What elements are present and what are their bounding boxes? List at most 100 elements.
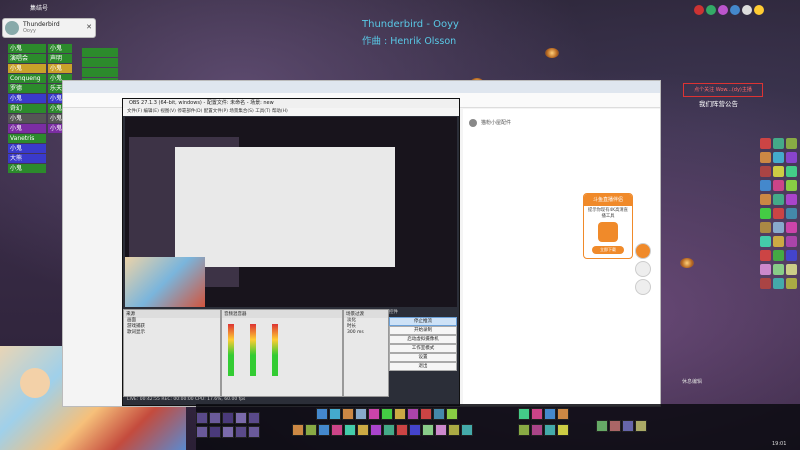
buff-icon[interactable]: [760, 152, 771, 163]
raid-frame[interactable]: 罗德: [8, 84, 46, 93]
action-slot[interactable]: [396, 424, 408, 436]
action-slot[interactable]: [235, 412, 247, 424]
raid-frame[interactable]: [82, 68, 118, 77]
start-record-button[interactable]: 开始录制: [389, 326, 457, 335]
action-slot[interactable]: [420, 408, 432, 420]
buff-icon[interactable]: [773, 236, 784, 247]
app-widget[interactable]: 斗鱼直播伴侣 提示你现有4K高清直播工具 立即下载: [583, 193, 633, 259]
action-slot[interactable]: [609, 420, 621, 432]
action-slot[interactable]: [446, 408, 458, 420]
action-slot[interactable]: [292, 424, 304, 436]
raid-frame[interactable]: 小鬼: [48, 44, 72, 53]
raid-frame[interactable]: 声明: [48, 54, 72, 63]
studio-mode-button[interactable]: 工作室模式: [389, 344, 457, 353]
action-slot[interactable]: [518, 408, 530, 420]
action-slot[interactable]: [370, 424, 382, 436]
minimap-icon[interactable]: [718, 5, 728, 15]
buff-icon[interactable]: [773, 166, 784, 177]
obs-menu[interactable]: 文件(F) 编辑(E) 视图(V) 停靠部件(D) 配置文件(P) 场景集合(S…: [123, 108, 459, 116]
raid-frame[interactable]: 小鬼: [8, 94, 46, 103]
action-slot[interactable]: [596, 420, 608, 432]
action-slot[interactable]: [344, 424, 356, 436]
raid-frame[interactable]: 小鬼: [8, 144, 46, 153]
buff-icon[interactable]: [786, 138, 797, 149]
buff-icon[interactable]: [760, 138, 771, 149]
raid-frame[interactable]: 小鬼: [8, 114, 46, 123]
buff-icon[interactable]: [760, 250, 771, 261]
buff-icon[interactable]: [760, 236, 771, 247]
buff-icon[interactable]: [786, 194, 797, 205]
side-action-icon[interactable]: [635, 261, 651, 277]
buff-icon[interactable]: [773, 250, 784, 261]
action-slot[interactable]: [544, 408, 556, 420]
buff-icon[interactable]: [786, 278, 797, 289]
action-slot[interactable]: [448, 424, 460, 436]
action-slot[interactable]: [635, 420, 647, 432]
action-slot[interactable]: [196, 412, 208, 424]
exit-button[interactable]: 退出: [389, 362, 457, 371]
action-slot[interactable]: [209, 426, 221, 438]
action-slot[interactable]: [342, 408, 354, 420]
raid-frame[interactable]: Vanetris: [8, 134, 46, 143]
buff-icon[interactable]: [786, 236, 797, 247]
buff-icon[interactable]: [773, 278, 784, 289]
raid-frame[interactable]: 奇幻: [8, 104, 46, 113]
action-slot[interactable]: [196, 426, 208, 438]
buff-icon[interactable]: [773, 194, 784, 205]
buff-icon[interactable]: [760, 180, 771, 191]
action-slot[interactable]: [235, 426, 247, 438]
action-slot[interactable]: [355, 408, 367, 420]
raid-frame[interactable]: 大熊: [8, 154, 46, 163]
action-slot[interactable]: [435, 424, 447, 436]
action-slot[interactable]: [394, 408, 406, 420]
raid-frame[interactable]: 小鬼: [8, 124, 46, 133]
action-slot[interactable]: [357, 424, 369, 436]
action-slot[interactable]: [409, 424, 421, 436]
action-slot[interactable]: [248, 426, 260, 438]
source-item[interactable]: 歌词显示: [124, 330, 220, 336]
buff-icon[interactable]: [773, 152, 784, 163]
action-slot[interactable]: [407, 408, 419, 420]
action-slot[interactable]: [557, 424, 569, 436]
raid-frame[interactable]: 演唱会: [8, 54, 46, 63]
action-slot[interactable]: [248, 412, 260, 424]
browser-tabs[interactable]: [63, 81, 660, 93]
action-slot[interactable]: [331, 424, 343, 436]
buff-icon[interactable]: [786, 180, 797, 191]
buff-icon[interactable]: [760, 166, 771, 177]
side-action-icon[interactable]: [635, 279, 651, 295]
action-slot[interactable]: [383, 424, 395, 436]
raid-frame[interactable]: 小鬼: [48, 64, 72, 73]
buff-icon[interactable]: [760, 222, 771, 233]
buff-icon[interactable]: [773, 208, 784, 219]
action-slot[interactable]: [209, 412, 221, 424]
action-slot[interactable]: [368, 408, 380, 420]
raid-frame[interactable]: 小鬼: [8, 164, 46, 173]
side-action-icon[interactable]: [635, 243, 651, 259]
settings-button[interactable]: 设置: [389, 353, 457, 362]
raid-frame[interactable]: [82, 48, 118, 57]
action-slot[interactable]: [318, 424, 330, 436]
viewer-card[interactable]: Thunderbird Ooyy ✕: [2, 18, 96, 38]
buff-icon[interactable]: [760, 194, 771, 205]
obs-window[interactable]: OBS 27.1.3 (64-bit, windows) - 配置文件: 未命名…: [122, 98, 460, 406]
buff-icon[interactable]: [786, 222, 797, 233]
minimap-icon[interactable]: [706, 5, 716, 15]
action-slot[interactable]: [222, 426, 234, 438]
raid-frame[interactable]: Conqueng: [8, 74, 46, 83]
buff-icon[interactable]: [786, 166, 797, 177]
duration-input[interactable]: 300 ms: [344, 330, 388, 336]
action-slot[interactable]: [531, 424, 543, 436]
buff-icon[interactable]: [773, 180, 784, 191]
download-button[interactable]: 立即下载: [592, 246, 624, 254]
buff-icon[interactable]: [773, 138, 784, 149]
action-slot[interactable]: [222, 412, 234, 424]
minimap-icon[interactable]: [754, 5, 764, 15]
action-slot[interactable]: [316, 408, 328, 420]
raid-frame[interactable]: 小鬼: [8, 44, 46, 53]
minimap-icon[interactable]: [742, 5, 752, 15]
action-slot[interactable]: [422, 424, 434, 436]
action-slot[interactable]: [557, 408, 569, 420]
buff-icon[interactable]: [760, 278, 771, 289]
action-slot[interactable]: [544, 424, 556, 436]
